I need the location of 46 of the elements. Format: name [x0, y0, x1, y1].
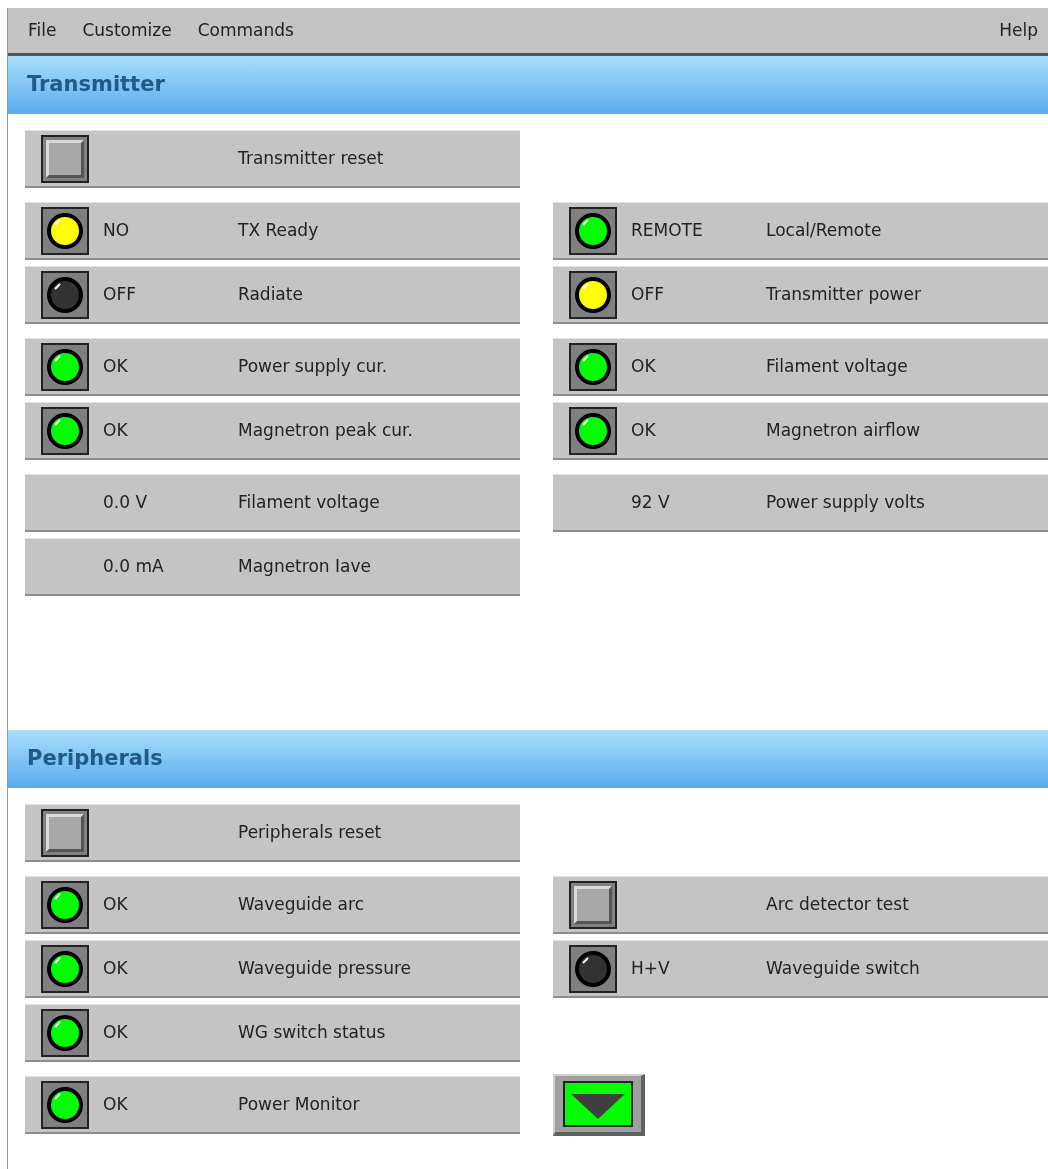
section-title: Peripherals — [27, 745, 163, 773]
status-value: OFF — [631, 283, 664, 304]
menu-item[interactable]: Customize — [82, 17, 172, 44]
reset-button[interactable] — [41, 808, 89, 857]
status-value: OK — [103, 1093, 128, 1114]
status-label: Power supply cur. — [238, 354, 388, 378]
status-value: OK — [103, 419, 128, 440]
reset-button[interactable] — [41, 134, 89, 183]
status-label: Radiate — [238, 282, 303, 306]
status-value: REMOTE — [631, 219, 703, 240]
status-label: Power Monitor — [238, 1092, 360, 1116]
status-label: Waveguide arc — [238, 892, 364, 916]
status-label: WG switch status — [238, 1020, 386, 1044]
status-value: OK — [103, 957, 128, 978]
menu-item[interactable]: File — [28, 17, 57, 44]
status-value: OK — [103, 1021, 128, 1042]
status-label: Waveguide switch — [766, 956, 920, 980]
status-label: Magnetron Iave — [238, 554, 371, 578]
reset-button[interactable] — [569, 880, 617, 929]
expand-button[interactable] — [553, 1074, 645, 1136]
status-label: Peripherals reset — [238, 820, 382, 844]
status-value: OFF — [103, 283, 136, 304]
status-label: Filament voltage — [238, 490, 380, 514]
status-label: Waveguide pressure — [238, 956, 412, 980]
status-label: TX Ready — [238, 218, 319, 242]
status-label: Power supply volts — [766, 490, 925, 514]
status-label: Arc detector test — [766, 892, 909, 916]
status-value: OK — [103, 893, 128, 914]
status-value: 0.0 V — [103, 491, 148, 512]
menu-item[interactable]: Commands — [197, 17, 294, 44]
status-value: OK — [631, 419, 656, 440]
status-label: Transmitter power — [766, 282, 921, 306]
status-label: Filament voltage — [766, 354, 908, 378]
status-value: OK — [103, 355, 128, 376]
menu-item[interactable]: Help — [999, 17, 1038, 44]
status-value: H+V — [631, 957, 670, 978]
status-label: Magnetron peak cur. — [238, 418, 413, 442]
status-label: Magnetron airflow — [766, 418, 921, 442]
status-value: NO — [103, 219, 130, 240]
status-value: 0.0 mA — [103, 555, 164, 576]
status-value: 92 V — [631, 491, 670, 512]
status-label: Local/Remote — [766, 218, 882, 242]
status-value: OK — [631, 355, 656, 376]
status-label: Transmitter reset — [238, 146, 384, 170]
triangle-down-icon — [563, 1081, 633, 1127]
section-title: Transmitter — [27, 71, 165, 99]
